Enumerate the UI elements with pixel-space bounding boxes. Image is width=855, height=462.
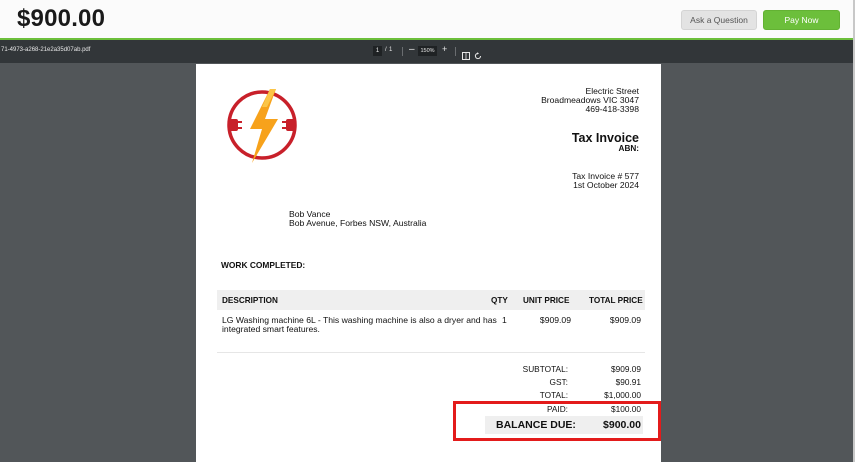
current-page-input[interactable]: 1 bbox=[373, 46, 382, 56]
page-separator: / bbox=[385, 47, 387, 53]
customer-address: Bob Avenue, Forbes NSW, Australia bbox=[289, 218, 427, 228]
pdf-file-name: 71-4973-a268-21e2a35d07ab.pdf bbox=[1, 47, 91, 53]
invoice-date: 1st October 2024 bbox=[573, 180, 639, 190]
zoom-level-input[interactable]: 150% bbox=[418, 46, 437, 56]
total-pages: 1 bbox=[389, 47, 393, 53]
work-completed-heading: WORK COMPLETED: bbox=[221, 260, 306, 270]
zoom-out-button[interactable]: – bbox=[409, 44, 415, 55]
column-header-description: DESCRIPTION bbox=[222, 296, 278, 305]
ask-question-button[interactable]: Ask a Question bbox=[681, 10, 757, 30]
column-header-unit-price: UNIT PRICE bbox=[523, 296, 570, 305]
subtotal-label: SUBTOTAL: bbox=[522, 364, 568, 374]
business-phone: 469-418-3398 bbox=[585, 104, 639, 114]
item-description-line2: integrated smart features. bbox=[222, 324, 320, 334]
pdf-viewer-toolbar: 71-4973-a268-21e2a35d07ab.pdf 1 / 1 – 15… bbox=[0, 40, 855, 63]
item-qty: 1 bbox=[502, 315, 507, 325]
table-divider bbox=[217, 352, 645, 353]
total-label: TOTAL: bbox=[539, 390, 568, 400]
toolbar-divider bbox=[455, 47, 456, 56]
abn-label: ABN: bbox=[618, 144, 639, 153]
subtotal-value: $909.09 bbox=[611, 364, 641, 374]
gst-value: $90.91 bbox=[615, 377, 641, 387]
pay-now-button[interactable]: Pay Now bbox=[763, 10, 840, 30]
balance-highlight-box bbox=[453, 401, 661, 441]
top-bar: $900.00 Ask a Question Pay Now bbox=[0, 0, 855, 39]
invoice-title: Tax Invoice bbox=[571, 131, 639, 145]
toolbar-divider bbox=[402, 47, 403, 56]
line-items-header: DESCRIPTION QTY UNIT PRICE TOTAL PRICE bbox=[217, 290, 645, 310]
item-total-price: $909.09 bbox=[609, 315, 641, 325]
item-unit-price: $909.09 bbox=[539, 315, 571, 325]
gst-label: GST: bbox=[549, 377, 568, 387]
lightning-plug-logo bbox=[224, 87, 304, 167]
zoom-in-button[interactable]: + bbox=[442, 44, 447, 54]
amount-due-heading: $900.00 bbox=[17, 5, 106, 32]
column-header-qty: QTY bbox=[491, 296, 508, 305]
total-value: $1,000.00 bbox=[604, 390, 641, 400]
column-header-total-price: TOTAL PRICE bbox=[589, 296, 643, 305]
